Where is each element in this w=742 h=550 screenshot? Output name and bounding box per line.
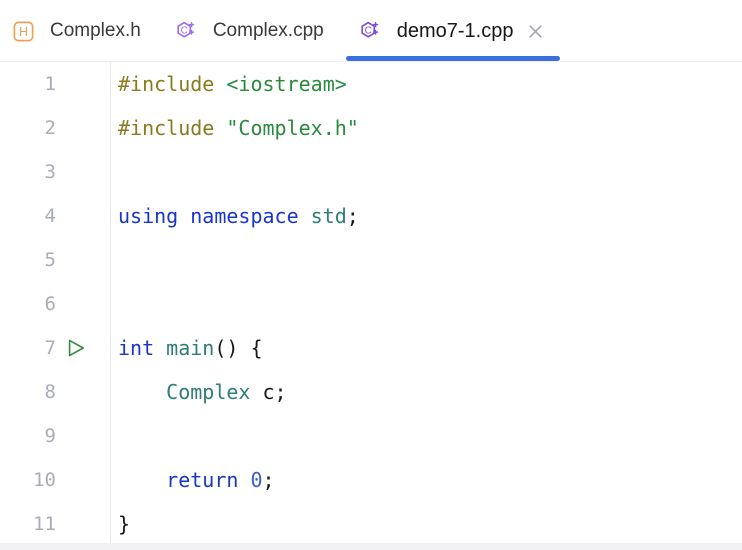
gutter-line-number: 7 — [0, 326, 110, 370]
code-token-number: 0 — [250, 468, 263, 492]
line-number-text: 9 — [44, 425, 56, 447]
line-number-text: 4 — [44, 205, 56, 227]
editor-gutter[interactable]: 1 2 3 4 5 6 7 8 9 10 11 — [0, 62, 111, 550]
code-token-string: "Complex.h" — [226, 116, 359, 140]
line-number-text: 8 — [44, 381, 56, 403]
gutter-line-number: 6 — [0, 282, 110, 326]
line-number-text: 2 — [44, 117, 56, 139]
line-number-text: 10 — [33, 469, 56, 491]
svg-text:C: C — [180, 25, 187, 36]
code-token-type: std — [310, 204, 347, 228]
code-token-type: main — [166, 336, 215, 360]
code-token-plain: ; — [346, 204, 359, 228]
code-token-keyword: int — [118, 336, 155, 360]
code-token-preprocessor: #include — [118, 116, 215, 140]
code-line[interactable]: #include "Complex.h" — [111, 106, 742, 150]
code-line[interactable] — [111, 238, 742, 282]
code-line[interactable] — [111, 150, 742, 194]
code-line[interactable] — [111, 282, 742, 326]
editor-tab-demo7-1-cpp[interactable]: Cdemo7-1.cpp — [345, 0, 561, 62]
gutter-line-number: 4 — [0, 194, 110, 238]
code-token-keyword: return — [166, 468, 239, 492]
editor-code-area[interactable]: #include <iostream> #include "Complex.h" … — [111, 62, 742, 550]
editor-tab-label: Complex.h — [50, 20, 141, 41]
code-line[interactable]: Complex c; — [111, 370, 742, 414]
code-token-plain: () { — [214, 336, 263, 360]
editor-tab-complex-cpp[interactable]: C Complex.cpp — [163, 0, 346, 62]
line-number-text: 1 — [44, 73, 56, 95]
run-play-icon[interactable] — [65, 337, 87, 359]
code-token-plain: c; — [250, 380, 287, 404]
gutter-line-number: 2 — [0, 106, 110, 150]
editor-body: 1 2 3 4 5 6 7 8 9 10 11 #include <iostream> #includ… — [0, 62, 742, 550]
code-line[interactable]: using namespace std; — [111, 194, 742, 238]
gutter-line-number: 1 — [0, 62, 110, 106]
svg-text:H: H — [19, 25, 28, 39]
code-line[interactable]: #include <iostream> — [111, 62, 742, 106]
line-number-text: 6 — [44, 293, 56, 315]
close-icon[interactable] — [527, 23, 544, 40]
editor-tab-label: Complex.cpp — [212, 20, 324, 41]
line-number-text: 3 — [44, 161, 56, 183]
cpp-header-file-icon: H — [13, 21, 34, 42]
line-number-text: 7 — [44, 337, 56, 359]
editor-tab-complex-h[interactable]: H Complex.h — [0, 0, 163, 62]
code-line[interactable]: int main() { — [111, 326, 742, 370]
code-line[interactable] — [111, 414, 742, 458]
active-tab-underline — [345, 56, 561, 61]
code-token-plain: ; — [262, 468, 275, 492]
svg-text:C: C — [364, 25, 371, 36]
line-number-text: 5 — [44, 249, 56, 271]
gutter-line-number: 10 — [0, 458, 110, 502]
gutter-line-number: 5 — [0, 238, 110, 282]
cpp-source-file-icon: C — [176, 21, 197, 42]
code-line[interactable]: return 0; — [111, 458, 742, 502]
line-number-text: 11 — [33, 513, 56, 535]
code-editor-window: H Complex.h C Complex.cpp Cdemo7-1.cpp 1 2 3 4 5… — [0, 0, 742, 550]
code-token-preprocessor: #include — [118, 72, 215, 96]
editor-tab-bar: H Complex.h C Complex.cpp Cdemo7-1.cpp — [0, 0, 742, 62]
code-token-string: <iostream> — [226, 72, 347, 96]
editor-bottom-strip — [0, 543, 742, 550]
code-token-type: Complex — [166, 380, 251, 404]
gutter-line-number: 8 — [0, 370, 110, 414]
code-line[interactable]: } — [111, 502, 742, 546]
gutter-line-number: 9 — [0, 414, 110, 458]
editor-tab-label: demo7-1.cpp — [396, 20, 514, 42]
cpp-source-file-icon: C — [360, 21, 381, 42]
gutter-line-number: 11 — [0, 502, 110, 546]
code-token-plain: } — [118, 512, 131, 536]
gutter-line-number: 3 — [0, 150, 110, 194]
code-token-keyword: using namespace — [118, 204, 299, 228]
